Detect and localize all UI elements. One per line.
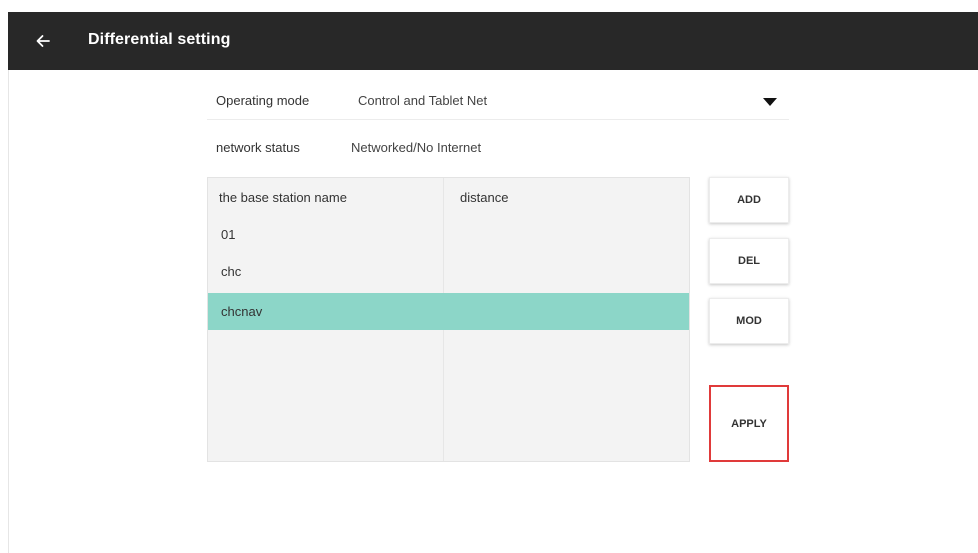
caret-down-icon[interactable] bbox=[763, 98, 777, 106]
arrow-left-icon bbox=[36, 35, 50, 47]
left-border bbox=[8, 70, 9, 553]
window-top-strip bbox=[0, 0, 978, 12]
app-bar: Differential setting bbox=[8, 12, 978, 70]
base-station-table: the base station name distance 01 chc ch… bbox=[207, 177, 690, 462]
table-row-selected[interactable]: chcnav bbox=[208, 293, 689, 330]
operating-mode-select[interactable]: Control and Tablet Net bbox=[358, 93, 487, 108]
operating-mode-row[interactable]: Operating mode Control and Tablet Net bbox=[207, 82, 789, 120]
column-header-name: the base station name bbox=[219, 190, 347, 205]
page-title: Differential setting bbox=[88, 31, 231, 48]
back-button[interactable] bbox=[28, 26, 58, 56]
apply-button[interactable]: APPLY bbox=[709, 385, 789, 462]
table-row[interactable]: 01 bbox=[208, 216, 689, 253]
network-status-row: network status Networked/No Internet bbox=[207, 128, 789, 166]
modify-button[interactable]: MOD bbox=[709, 298, 789, 344]
network-status-value: Networked/No Internet bbox=[351, 139, 482, 155]
table-header: the base station name distance bbox=[208, 178, 689, 216]
delete-button[interactable]: DEL bbox=[709, 238, 789, 284]
operating-mode-label: Operating mode bbox=[216, 93, 310, 108]
network-status-label: network status bbox=[216, 139, 300, 155]
column-header-distance: distance bbox=[460, 190, 509, 205]
station-name-cell: 01 bbox=[221, 227, 236, 242]
station-name-cell: chc bbox=[221, 264, 242, 279]
add-button[interactable]: ADD bbox=[709, 177, 789, 223]
station-name-cell: chcnav bbox=[221, 304, 263, 319]
table-row[interactable]: chc bbox=[208, 253, 689, 290]
